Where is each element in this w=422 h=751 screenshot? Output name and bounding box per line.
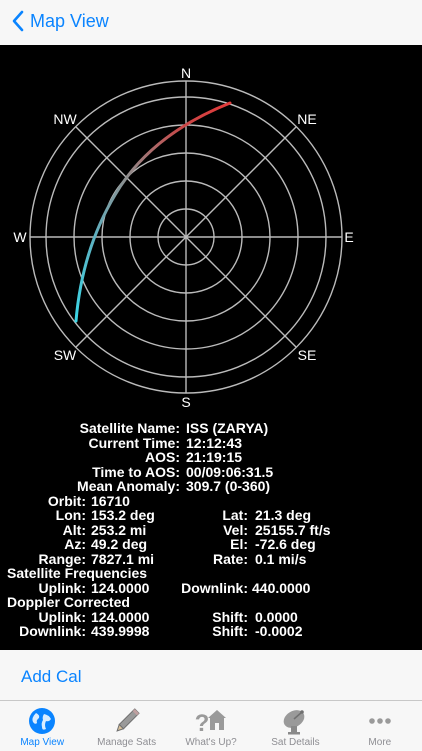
- info-row-alt-vel: Alt: 253.2 mi Vel: 25155.7 ft/s: [0, 521, 422, 538]
- info-row-frequencies-heading: Satellite Frequencies: [0, 566, 422, 581]
- lat-label: Lat:: [222, 507, 248, 523]
- tab-sat-details[interactable]: Sat Details: [253, 701, 337, 751]
- back-label: Map View: [30, 10, 109, 31]
- time-to-aos-label: Time to AOS:: [92, 463, 180, 480]
- satellite-name-value: ISS (ZARYA): [186, 420, 269, 436]
- info-row-current-time: Current Time: 12:12:43: [0, 434, 422, 451]
- direction-label-sw: SW: [54, 347, 77, 363]
- direction-label-se: SE: [298, 347, 317, 363]
- direction-label-w: W: [13, 229, 27, 245]
- doppler-downlink-value: 439.9998: [91, 623, 150, 639]
- lon-value: 153.2 deg: [91, 507, 155, 523]
- current-time-label: Current Time:: [88, 434, 180, 451]
- current-time-value: 12:12:43: [186, 434, 243, 451]
- more-dots-icon: [369, 718, 391, 724]
- shift-downlink-label: Shift:: [212, 623, 248, 639]
- doppler-uplink-label: Uplink:: [38, 608, 86, 625]
- time-to-aos-value: 00/09:06:31.5: [186, 463, 274, 480]
- shift-downlink-value: -0.0002: [255, 623, 303, 639]
- rate-label: Rate:: [212, 550, 248, 567]
- info-row-orbit: Orbit: 16710: [0, 492, 422, 509]
- vel-label: Vel:: [223, 521, 248, 538]
- uplink-value: 124.0000: [91, 579, 150, 596]
- aos-label: AOS:: [145, 449, 180, 465]
- uplink-label: Uplink:: [38, 579, 86, 596]
- shift-uplink-label: Shift:: [212, 608, 248, 625]
- tab-label: Map View: [20, 737, 65, 748]
- az-label: Az:: [64, 536, 86, 552]
- tab-manage-sats[interactable]: Manage Sats: [84, 701, 168, 751]
- downlink-value: 440.0000: [252, 579, 311, 596]
- info-row-time-to-aos: Time to AOS: 00/09:06:31.5: [0, 463, 422, 480]
- info-row-az-el: Az: 49.2 deg El: -72.6 deg: [0, 537, 422, 552]
- info-row-doppler-uplink: Uplink: 124.0000 Shift: 0.0000: [0, 608, 422, 625]
- direction-label-nw: NW: [53, 111, 77, 127]
- chevron-left-icon: [12, 10, 24, 32]
- info-row-mean-anomaly: Mean Anomaly: 309.7 (0-360): [0, 479, 422, 494]
- mean-anomaly-value: 309.7 (0-360): [186, 478, 271, 494]
- satellite-info: Satellite Name: ISS (ZARYA) Current Time…: [0, 421, 422, 639]
- satellite-name-label: Satellite Name:: [79, 420, 180, 436]
- tab-label: What's Up?: [185, 737, 237, 748]
- sky-plot: N NE E SE S SW W NW: [13, 65, 353, 410]
- main-panel: N NE E SE S SW W NW Satellite Name: ISS …: [0, 45, 422, 650]
- az-value: 49.2 deg: [91, 536, 148, 552]
- doppler-uplink-value: 124.0000: [91, 608, 150, 625]
- info-row-aos: AOS: 21:19:15: [0, 450, 422, 465]
- direction-label-s: S: [181, 394, 190, 410]
- info-row-lon-lat: Lon: 153.2 deg Lat: 21.3 deg: [0, 508, 422, 523]
- navigation-bar: Map View: [0, 0, 422, 46]
- tab-label: More: [368, 737, 392, 748]
- add-cal-button[interactable]: Add Cal: [21, 667, 81, 687]
- back-button[interactable]: Map View: [12, 10, 109, 32]
- shift-uplink-value: 0.0000: [255, 608, 298, 625]
- svg-text:?: ?: [195, 710, 210, 736]
- aos-value: 21:19:15: [186, 449, 243, 465]
- bottom-toolbar: Add Cal: [0, 650, 422, 700]
- downlink-label: Downlink:: [181, 579, 248, 596]
- frequencies-heading: Satellite Frequencies: [7, 565, 148, 581]
- el-label: El:: [230, 536, 248, 552]
- tab-whats-up[interactable]: ? What's Up?: [169, 701, 253, 751]
- mean-anomaly-label: Mean Anomaly:: [77, 478, 180, 494]
- lon-label: Lon:: [55, 507, 86, 523]
- direction-label-ne: NE: [297, 111, 316, 127]
- el-value: -72.6 deg: [255, 536, 316, 552]
- vel-value: 25155.7 ft/s: [255, 521, 331, 538]
- info-row-doppler-heading: Doppler Corrected: [0, 595, 422, 610]
- rate-value: 0.1 mi/s: [255, 550, 307, 567]
- tab-map-view[interactable]: Map View: [0, 701, 84, 751]
- question-house-icon: ?: [195, 710, 227, 736]
- alt-value: 253.2 mi: [91, 521, 147, 538]
- orbit-label: Orbit:: [47, 492, 86, 509]
- pencil-icon: [115, 708, 140, 732]
- doppler-downlink-label: Downlink:: [19, 623, 86, 639]
- tab-bar: Map View Manage Sats ? What's Up? Sat De…: [0, 700, 422, 751]
- doppler-heading: Doppler Corrected: [7, 594, 130, 610]
- satellite-dish-icon: [284, 710, 305, 735]
- info-row-uplink-downlink: Uplink: 124.0000 Downlink: 440.0000: [0, 579, 422, 596]
- info-row-range-rate: Range: 7827.1 mi Rate: 0.1 mi/s: [0, 550, 422, 567]
- lat-value: 21.3 deg: [255, 507, 312, 523]
- globe-icon: [29, 708, 56, 734]
- range-label: Range:: [38, 550, 86, 567]
- info-row-satellite-name: Satellite Name: ISS (ZARYA): [0, 421, 422, 436]
- orbit-value: 16710: [91, 492, 130, 509]
- range-value: 7827.1 mi: [91, 550, 155, 567]
- direction-label-e: E: [344, 229, 353, 245]
- direction-label-n: N: [181, 65, 191, 81]
- alt-label: Alt:: [62, 521, 86, 538]
- tab-label: Sat Details: [271, 737, 320, 748]
- info-row-doppler-downlink: Downlink: 439.9998 Shift: -0.0002: [0, 624, 422, 639]
- tab-more[interactable]: More: [338, 701, 422, 751]
- tab-label: Manage Sats: [97, 737, 157, 748]
